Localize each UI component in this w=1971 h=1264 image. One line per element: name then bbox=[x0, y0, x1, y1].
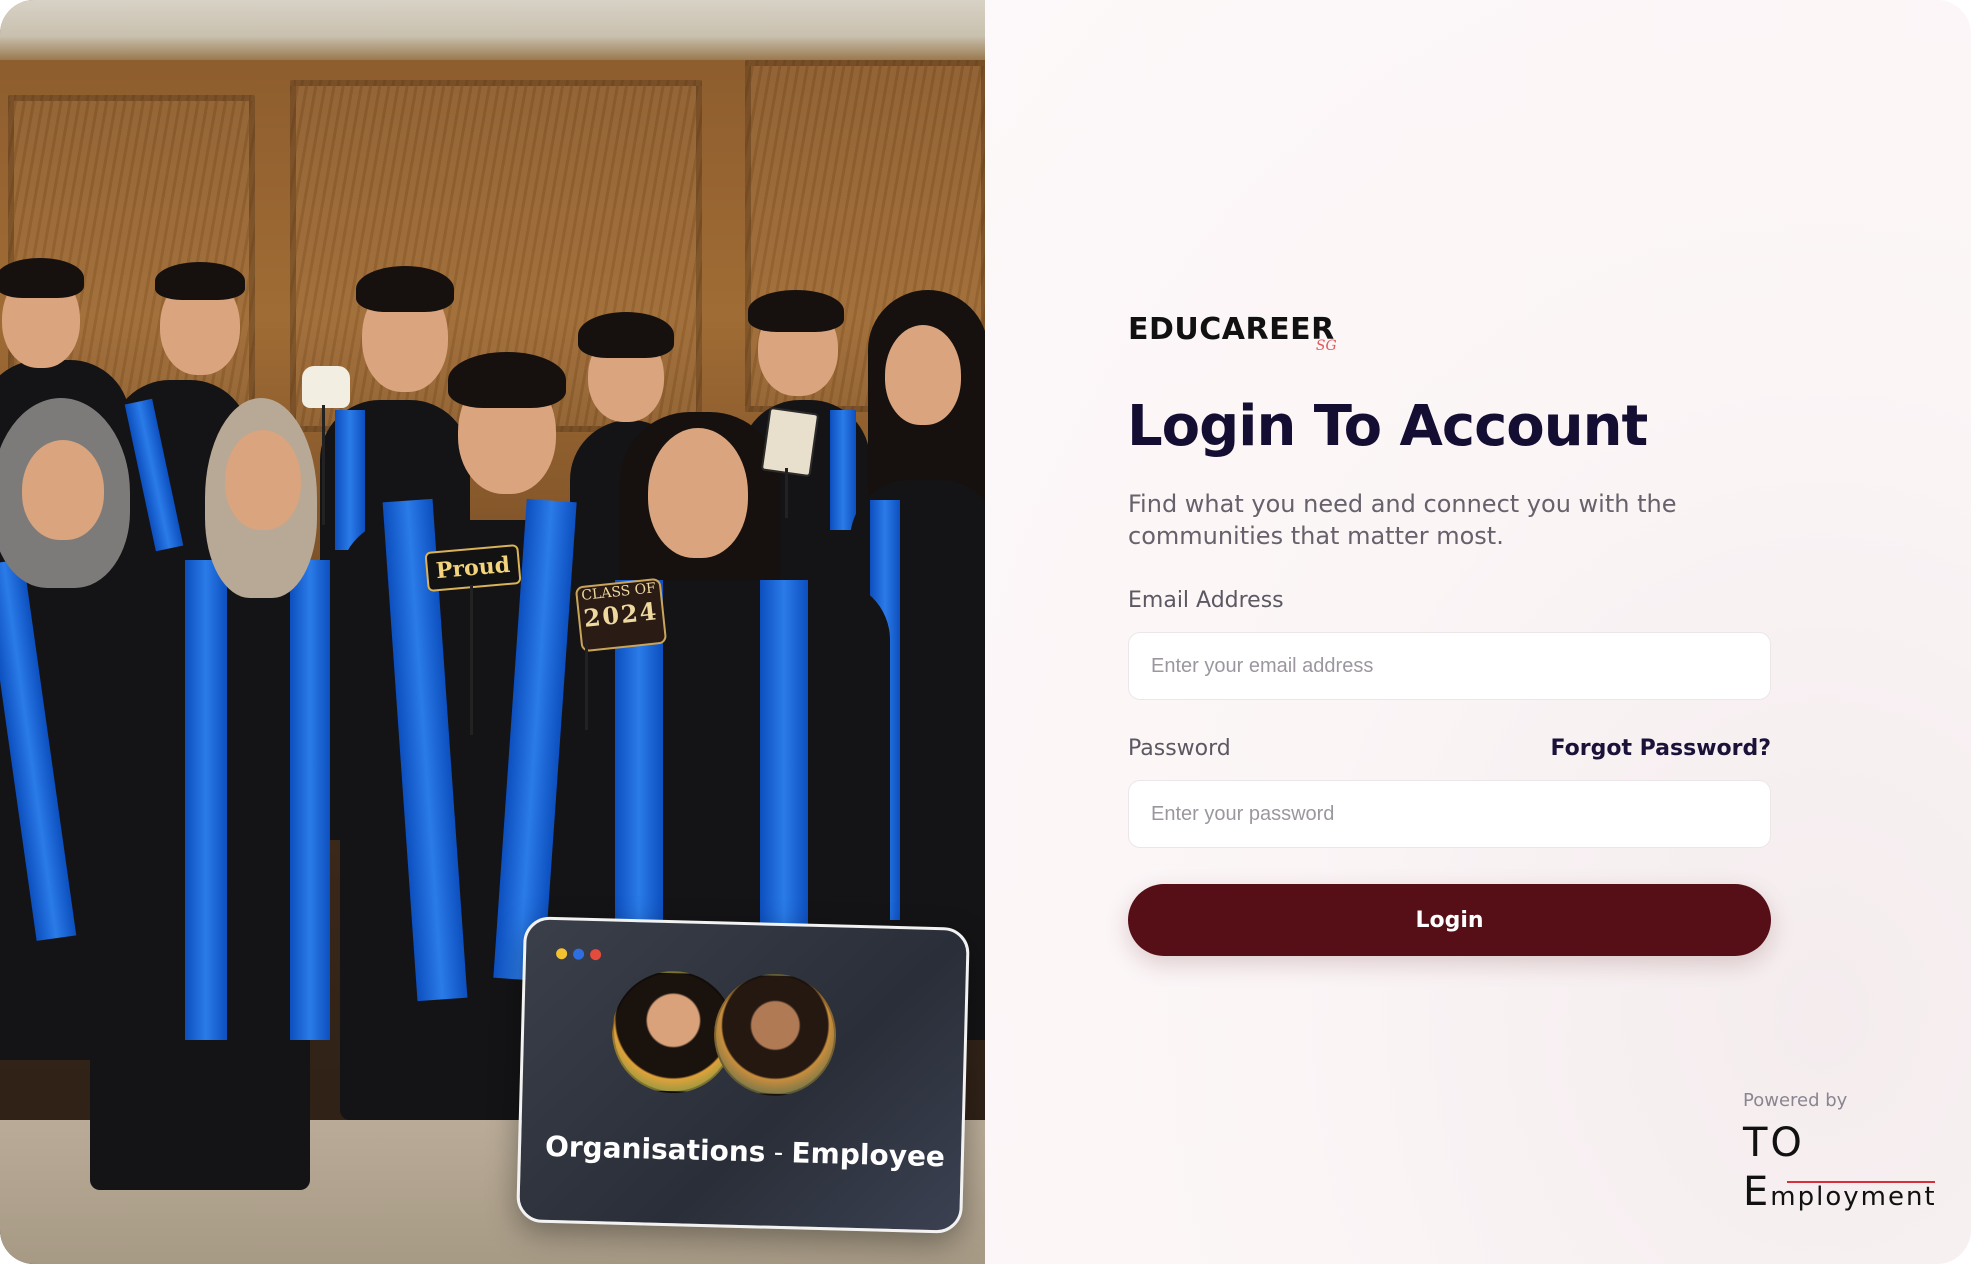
forgot-password-link[interactable]: Forgot Password? bbox=[1550, 736, 1771, 761]
powered-by-label: Powered by bbox=[1743, 1090, 1848, 1111]
powered-by: Powered by TO Employment bbox=[1743, 1090, 1937, 1215]
logo-sub: SG bbox=[1315, 338, 1337, 354]
avatar bbox=[712, 972, 838, 1098]
proud-prop: Proud bbox=[424, 543, 522, 593]
employee-label: Employee bbox=[791, 1136, 946, 1174]
login-page: Proud CLASS OF 2024 Organisations - Empl… bbox=[0, 0, 1971, 1264]
window-dots bbox=[555, 948, 602, 961]
blue-dot-icon bbox=[572, 948, 585, 960]
email-label: Email Address bbox=[1128, 588, 1284, 613]
class-of-2024-prop: CLASS OF 2024 bbox=[574, 577, 668, 653]
brand-rest: mployment bbox=[1770, 1182, 1937, 1212]
brand-line2: Employment bbox=[1743, 1169, 1937, 1215]
page-title: Login To Account bbox=[1127, 394, 1648, 459]
red-dot-icon bbox=[589, 948, 602, 961]
thumbs-up-prop bbox=[302, 366, 350, 408]
login-panel: EDUCAREER SG Login To Account Find what … bbox=[985, 0, 1971, 1264]
organisations-label: Organisations bbox=[544, 1129, 766, 1169]
login-button[interactable]: Login bbox=[1128, 884, 1771, 956]
page-subtitle: Find what you need and connect you with … bbox=[1128, 490, 1677, 550]
label-separator: - bbox=[773, 1137, 784, 1168]
diploma-prop bbox=[760, 406, 820, 478]
brand-e: E bbox=[1743, 1169, 1771, 1215]
hero-photo: Proud CLASS OF 2024 Organisations - Empl… bbox=[0, 0, 985, 1264]
to-employment-logo: TO Employment bbox=[1743, 1123, 1937, 1215]
email-field[interactable] bbox=[1128, 632, 1771, 700]
brand-line1: TO bbox=[1743, 1120, 1805, 1166]
educareer-logo: EDUCAREER SG bbox=[1128, 312, 1337, 354]
yellow-dot-icon bbox=[555, 948, 568, 960]
password-field[interactable] bbox=[1128, 780, 1771, 848]
logo-text: EDUCAREER bbox=[1128, 312, 1335, 347]
password-label: Password bbox=[1128, 736, 1231, 761]
organisation-employee-card: Organisations - Employee bbox=[516, 916, 970, 1234]
brand-rule bbox=[1787, 1181, 1935, 1183]
ceiling-molding bbox=[0, 0, 985, 60]
